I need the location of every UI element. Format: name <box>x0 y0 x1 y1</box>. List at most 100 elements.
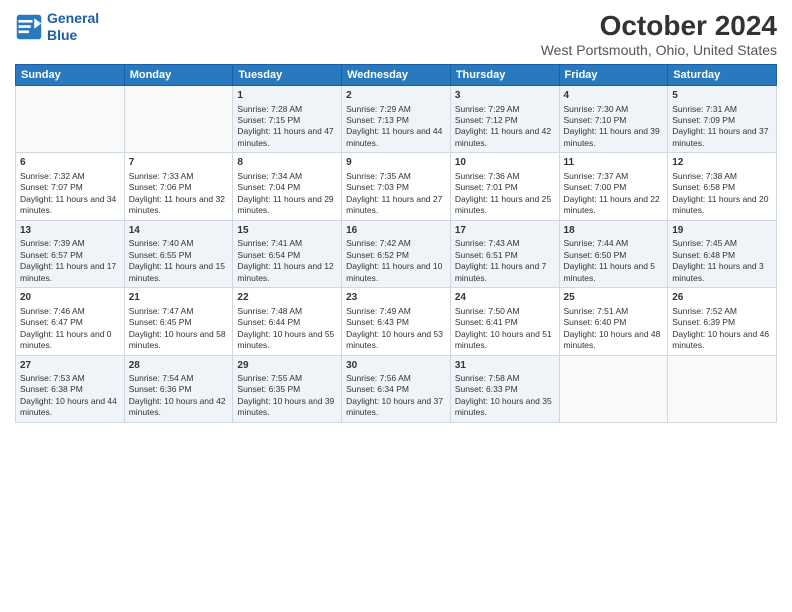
sunrise-text: Sunrise: 7:54 AM <box>129 373 229 384</box>
sunset-text: Sunset: 7:10 PM <box>564 115 664 126</box>
daylight-text: Daylight: 11 hours and 5 minutes. <box>564 261 664 284</box>
sunset-text: Sunset: 7:09 PM <box>672 115 772 126</box>
day-number: 12 <box>672 156 772 170</box>
day-number: 10 <box>455 156 555 170</box>
day-number: 21 <box>129 291 229 305</box>
daylight-text: Daylight: 11 hours and 39 minutes. <box>564 126 664 149</box>
sunrise-text: Sunrise: 7:38 AM <box>672 171 772 182</box>
day-number: 16 <box>346 224 446 238</box>
sunset-text: Sunset: 6:51 PM <box>455 250 555 261</box>
sunset-text: Sunset: 6:47 PM <box>20 317 120 328</box>
calendar-cell: 20Sunrise: 7:46 AMSunset: 6:47 PMDayligh… <box>16 288 125 355</box>
daylight-text: Daylight: 11 hours and 37 minutes. <box>672 126 772 149</box>
daylight-text: Daylight: 11 hours and 27 minutes. <box>346 194 446 217</box>
calendar-cell: 19Sunrise: 7:45 AMSunset: 6:48 PMDayligh… <box>668 220 777 287</box>
daylight-text: Daylight: 10 hours and 55 minutes. <box>237 329 337 352</box>
day-number: 19 <box>672 224 772 238</box>
calendar-cell <box>16 86 125 153</box>
logo: General Blue <box>15 10 99 44</box>
day-number: 13 <box>20 224 120 238</box>
col-header-friday: Friday <box>559 65 668 86</box>
calendar-cell: 17Sunrise: 7:43 AMSunset: 6:51 PMDayligh… <box>450 220 559 287</box>
subtitle: West Portsmouth, Ohio, United States <box>541 42 777 58</box>
sunrise-text: Sunrise: 7:42 AM <box>346 238 446 249</box>
daylight-text: Daylight: 11 hours and 29 minutes. <box>237 194 337 217</box>
col-header-tuesday: Tuesday <box>233 65 342 86</box>
calendar-cell: 23Sunrise: 7:49 AMSunset: 6:43 PMDayligh… <box>342 288 451 355</box>
calendar-cell: 16Sunrise: 7:42 AMSunset: 6:52 PMDayligh… <box>342 220 451 287</box>
daylight-text: Daylight: 11 hours and 7 minutes. <box>455 261 555 284</box>
sunset-text: Sunset: 7:13 PM <box>346 115 446 126</box>
daylight-text: Daylight: 11 hours and 44 minutes. <box>346 126 446 149</box>
sunset-text: Sunset: 7:07 PM <box>20 182 120 193</box>
day-number: 27 <box>20 359 120 373</box>
calendar-cell: 9Sunrise: 7:35 AMSunset: 7:03 PMDaylight… <box>342 153 451 220</box>
sunrise-text: Sunrise: 7:55 AM <box>237 373 337 384</box>
calendar-table: SundayMondayTuesdayWednesdayThursdayFrid… <box>15 64 777 423</box>
week-row-4: 20Sunrise: 7:46 AMSunset: 6:47 PMDayligh… <box>16 288 777 355</box>
day-number: 11 <box>564 156 664 170</box>
sunrise-text: Sunrise: 7:52 AM <box>672 306 772 317</box>
daylight-text: Daylight: 10 hours and 53 minutes. <box>346 329 446 352</box>
sunrise-text: Sunrise: 7:41 AM <box>237 238 337 249</box>
daylight-text: Daylight: 10 hours and 37 minutes. <box>346 396 446 419</box>
calendar-cell: 31Sunrise: 7:58 AMSunset: 6:33 PMDayligh… <box>450 355 559 422</box>
sunset-text: Sunset: 6:50 PM <box>564 250 664 261</box>
calendar-cell: 4Sunrise: 7:30 AMSunset: 7:10 PMDaylight… <box>559 86 668 153</box>
sunrise-text: Sunrise: 7:36 AM <box>455 171 555 182</box>
week-row-1: 1Sunrise: 7:28 AMSunset: 7:15 PMDaylight… <box>16 86 777 153</box>
sunrise-text: Sunrise: 7:29 AM <box>455 104 555 115</box>
calendar-cell: 11Sunrise: 7:37 AMSunset: 7:00 PMDayligh… <box>559 153 668 220</box>
sunrise-text: Sunrise: 7:49 AM <box>346 306 446 317</box>
calendar-cell: 10Sunrise: 7:36 AMSunset: 7:01 PMDayligh… <box>450 153 559 220</box>
day-number: 24 <box>455 291 555 305</box>
sunset-text: Sunset: 6:48 PM <box>672 250 772 261</box>
day-number: 23 <box>346 291 446 305</box>
daylight-text: Daylight: 11 hours and 20 minutes. <box>672 194 772 217</box>
col-header-thursday: Thursday <box>450 65 559 86</box>
day-number: 29 <box>237 359 337 373</box>
daylight-text: Daylight: 11 hours and 0 minutes. <box>20 329 120 352</box>
calendar-cell: 22Sunrise: 7:48 AMSunset: 6:44 PMDayligh… <box>233 288 342 355</box>
day-number: 25 <box>564 291 664 305</box>
daylight-text: Daylight: 11 hours and 3 minutes. <box>672 261 772 284</box>
daylight-text: Daylight: 11 hours and 15 minutes. <box>129 261 229 284</box>
calendar-cell: 1Sunrise: 7:28 AMSunset: 7:15 PMDaylight… <box>233 86 342 153</box>
sunrise-text: Sunrise: 7:51 AM <box>564 306 664 317</box>
sunrise-text: Sunrise: 7:31 AM <box>672 104 772 115</box>
sunset-text: Sunset: 6:57 PM <box>20 250 120 261</box>
week-row-5: 27Sunrise: 7:53 AMSunset: 6:38 PMDayligh… <box>16 355 777 422</box>
daylight-text: Daylight: 10 hours and 46 minutes. <box>672 329 772 352</box>
sunrise-text: Sunrise: 7:29 AM <box>346 104 446 115</box>
sunrise-text: Sunrise: 7:37 AM <box>564 171 664 182</box>
daylight-text: Daylight: 10 hours and 35 minutes. <box>455 396 555 419</box>
calendar-cell <box>124 86 233 153</box>
daylight-text: Daylight: 10 hours and 51 minutes. <box>455 329 555 352</box>
calendar-cell: 26Sunrise: 7:52 AMSunset: 6:39 PMDayligh… <box>668 288 777 355</box>
sunset-text: Sunset: 6:44 PM <box>237 317 337 328</box>
sunset-text: Sunset: 6:43 PM <box>346 317 446 328</box>
sunset-text: Sunset: 6:45 PM <box>129 317 229 328</box>
logo-line2: Blue <box>47 27 77 43</box>
daylight-text: Daylight: 10 hours and 42 minutes. <box>129 396 229 419</box>
sunset-text: Sunset: 6:35 PM <box>237 384 337 395</box>
calendar-cell: 25Sunrise: 7:51 AMSunset: 6:40 PMDayligh… <box>559 288 668 355</box>
sunset-text: Sunset: 7:15 PM <box>237 115 337 126</box>
week-row-2: 6Sunrise: 7:32 AMSunset: 7:07 PMDaylight… <box>16 153 777 220</box>
calendar-cell: 29Sunrise: 7:55 AMSunset: 6:35 PMDayligh… <box>233 355 342 422</box>
sunrise-text: Sunrise: 7:56 AM <box>346 373 446 384</box>
calendar-cell: 2Sunrise: 7:29 AMSunset: 7:13 PMDaylight… <box>342 86 451 153</box>
col-header-monday: Monday <box>124 65 233 86</box>
logo-text: General Blue <box>47 10 99 44</box>
sunset-text: Sunset: 7:03 PM <box>346 182 446 193</box>
sunrise-text: Sunrise: 7:53 AM <box>20 373 120 384</box>
day-number: 2 <box>346 89 446 103</box>
sunrise-text: Sunrise: 7:30 AM <box>564 104 664 115</box>
daylight-text: Daylight: 11 hours and 25 minutes. <box>455 194 555 217</box>
header-row: SundayMondayTuesdayWednesdayThursdayFrid… <box>16 65 777 86</box>
day-number: 30 <box>346 359 446 373</box>
sunset-text: Sunset: 6:52 PM <box>346 250 446 261</box>
col-header-saturday: Saturday <box>668 65 777 86</box>
calendar-cell: 18Sunrise: 7:44 AMSunset: 6:50 PMDayligh… <box>559 220 668 287</box>
calendar-cell: 30Sunrise: 7:56 AMSunset: 6:34 PMDayligh… <box>342 355 451 422</box>
